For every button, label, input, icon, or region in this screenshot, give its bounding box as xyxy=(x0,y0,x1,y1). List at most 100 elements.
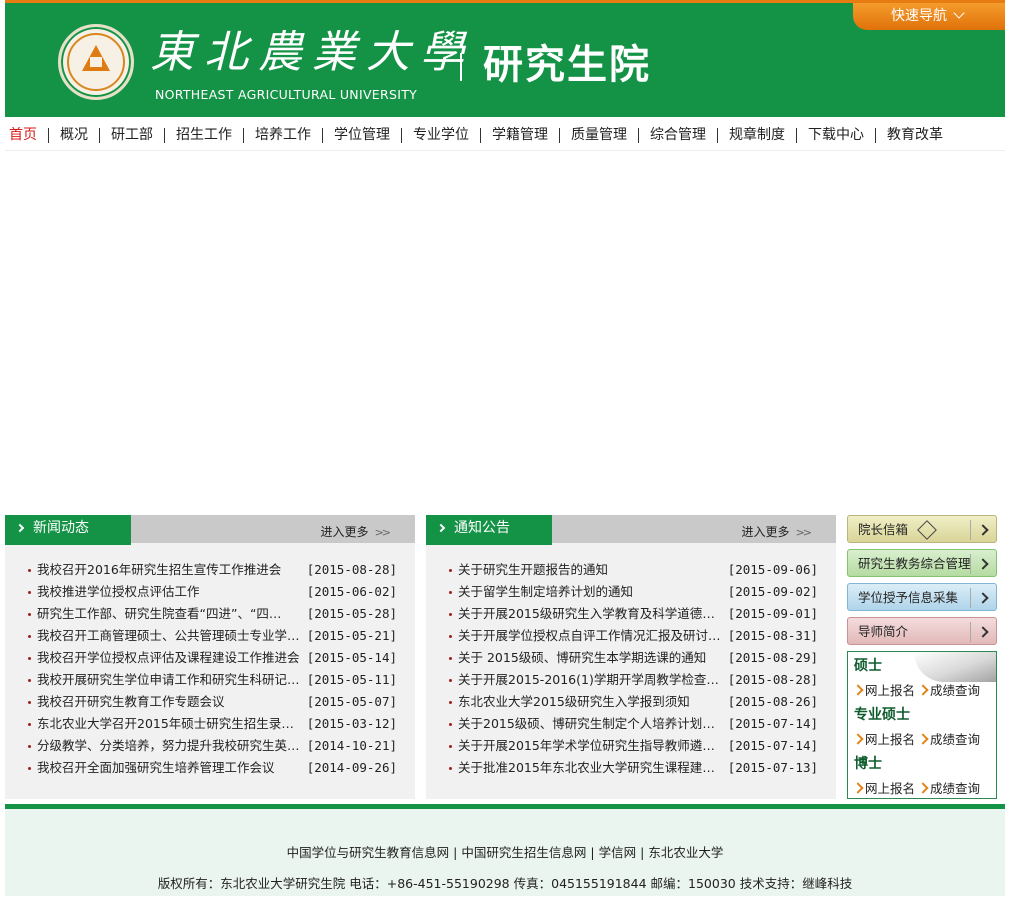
notice-item-title[interactable]: 关于 2015级硕、博研究生本学期选课的通知 xyxy=(458,647,706,669)
news-item-date: [2015-05-21] xyxy=(306,628,397,643)
list-item[interactable]: 我校召开2016年研究生招生宣传工作推进会 [2015-08-28] xyxy=(25,559,397,581)
news-item-title[interactable]: 我校召开学位授权点评估及课程建设工作推进会 xyxy=(37,647,300,669)
news-item-title[interactable]: 分级教学、分类培养，努力提升我校研究生英… xyxy=(37,735,300,757)
notice-item-title[interactable]: 关于留学生制定培养计划的通知 xyxy=(458,581,633,603)
list-item[interactable]: 关于开展2015级研究生入学教育及科学道德和… [2015-09-01] xyxy=(446,603,818,625)
chevron-right-icon xyxy=(970,554,996,574)
list-item[interactable]: 关于批准2015年东北农业大学研究生课程建设… [2015-07-13] xyxy=(446,757,818,779)
notice-item-date: [2015-09-06] xyxy=(727,562,818,577)
nav-item-general[interactable]: 综合管理 xyxy=(638,128,717,143)
notice-item-title[interactable]: 关于开展2015级研究生入学教育及科学道德和… xyxy=(458,603,724,625)
list-item[interactable]: 分级教学、分类培养，努力提升我校研究生英… [2014-10-21] xyxy=(25,735,397,757)
news-item-date: [2014-10-21] xyxy=(306,738,397,753)
notice-tab[interactable]: 通知公告 xyxy=(426,515,552,545)
notice-list: 关于研究生开题报告的通知 [2015-09-06] 关于留学生制定培养计划的通知 [… xyxy=(426,543,836,779)
list-item[interactable]: 关于研究生开题报告的通知 [2015-09-06] xyxy=(446,559,818,581)
notice-item-date: [2015-09-01] xyxy=(727,606,818,621)
professional-master-score-link[interactable]: 成绩查询 xyxy=(930,732,980,747)
nav-item-student-affairs[interactable]: 研工部 xyxy=(99,128,164,143)
nav-item-status[interactable]: 学籍管理 xyxy=(480,128,559,143)
tutor-intro-button[interactable]: 导师简介 xyxy=(847,617,997,645)
nav-item-degree[interactable]: 学位管理 xyxy=(322,128,401,143)
list-item[interactable]: 关于2015级硕、博研究生制定个人培养计划的… [2015-07-14] xyxy=(446,713,818,735)
notice-item-title[interactable]: 关于开展2015-2016(1)学期开学周教学检查工… xyxy=(458,669,724,691)
graduation-cap-decoration xyxy=(914,652,996,682)
quick-nav-button[interactable]: 快速导航 xyxy=(853,3,1005,30)
nav-item-downloads[interactable]: 下载中心 xyxy=(796,128,875,143)
nav-item-overview[interactable]: 概况 xyxy=(48,128,99,143)
nav-item-training[interactable]: 培养工作 xyxy=(243,128,322,143)
news-item-title[interactable]: 我校召开工商管理硕士、公共管理硕士专业学… xyxy=(37,625,300,647)
news-item-date: [2015-05-28] xyxy=(306,606,397,621)
news-item-title[interactable]: 研究生工作部、研究生院查看“四进”、“四… xyxy=(37,603,281,625)
news-item-date: [2015-05-14] xyxy=(306,650,397,665)
nav-item-professional-degree[interactable]: 专业学位 xyxy=(401,128,480,143)
nav-item-regulations[interactable]: 规章制度 xyxy=(717,128,796,143)
list-item[interactable]: 我校推进学位授权点评估工作 [2015-06-02] xyxy=(25,581,397,603)
list-item[interactable]: 研究生工作部、研究生院查看“四进”、“四… [2015-05-28] xyxy=(25,603,397,625)
master-title: 硕士 xyxy=(854,658,882,674)
news-item-date: [2014-09-26] xyxy=(306,760,397,775)
list-item[interactable]: 关于开展学位授权点自评工作情况汇报及研讨… [2015-08-31] xyxy=(446,625,818,647)
list-item[interactable]: 关于留学生制定培养计划的通知 [2015-09-02] xyxy=(446,581,818,603)
notice-item-date: [2015-08-28] xyxy=(727,672,818,687)
footer-link-neau[interactable]: 东北农业大学 xyxy=(648,845,723,860)
news-item-title[interactable]: 我校召开全面加强研究生培养管理工作会议 xyxy=(37,757,275,779)
footer-link-degree-info[interactable]: 中国学位与研究生教育信息网 xyxy=(287,845,450,860)
notice-item-title[interactable]: 关于开展学位授权点自评工作情况汇报及研讨… xyxy=(458,625,721,647)
notice-item-title[interactable]: 关于研究生开题报告的通知 xyxy=(458,559,608,581)
news-item-title[interactable]: 我校召开研究生教育工作专题会议 xyxy=(37,691,225,713)
list-item[interactable]: 我校召开工商管理硕士、公共管理硕士专业学… [2015-05-21] xyxy=(25,625,397,647)
news-item-title[interactable]: 我校召开2016年研究生招生宣传工作推进会 xyxy=(37,559,281,581)
footer-link-admission-info[interactable]: 中国研究生招生信息网 xyxy=(461,845,586,860)
affairs-system-button[interactable]: 研究生教务综合管理 xyxy=(847,549,997,577)
list-item[interactable]: 关于开展2015-2016(1)学期开学周教学检查工… [2015-08-28] xyxy=(446,669,818,691)
brand-divider xyxy=(460,53,462,81)
doctor-links: 网上报名 成绩查询 xyxy=(852,778,980,797)
university-seal-logo[interactable] xyxy=(58,24,134,100)
nav-item-quality[interactable]: 质量管理 xyxy=(559,128,638,143)
doctor-score-link[interactable]: 成绩查询 xyxy=(930,781,980,796)
news-item-title[interactable]: 我校推进学位授权点评估工作 xyxy=(37,581,200,603)
news-list: 我校召开2016年研究生招生宣传工作推进会 [2015-08-28] 我校推进学位… xyxy=(5,543,415,779)
list-item[interactable]: 关于开展2015年学术学位研究生指导教师遴选… [2015-07-14] xyxy=(446,735,818,757)
seal-triangle-inner xyxy=(90,57,102,67)
pen-icon xyxy=(917,520,937,540)
graduate-school-title: 研究生院 xyxy=(483,42,651,88)
list-item[interactable]: 我校召开学位授权点评估及课程建设工作推进会 [2015-05-14] xyxy=(25,647,397,669)
notice-item-title[interactable]: 关于开展2015年学术学位研究生指导教师遴选… xyxy=(458,735,724,757)
master-apply-link[interactable]: 网上报名 xyxy=(865,683,915,698)
news-item-title[interactable]: 我校开展研究生学位申请工作和研究生科研记… xyxy=(37,669,300,691)
professional-master-apply-link[interactable]: 网上报名 xyxy=(865,732,915,747)
president-mailbox-button[interactable]: 院长信箱 xyxy=(847,515,997,543)
list-item[interactable]: 我校召开全面加强研究生培养管理工作会议 [2014-09-26] xyxy=(25,757,397,779)
doctor-apply-link[interactable]: 网上报名 xyxy=(865,781,915,796)
list-item[interactable]: 东北农业大学2015级研究生入学报到须知 [2015-08-26] xyxy=(446,691,818,713)
professional-master-title: 专业硕士 xyxy=(854,707,910,723)
site-header: 快速导航 東北農業大學 NORTHEAST AGRICULTURAL UNIVE… xyxy=(5,0,1005,117)
notice-item-title[interactable]: 关于批准2015年东北农业大学研究生课程建设… xyxy=(458,757,724,779)
footer-link-separator: | xyxy=(590,845,595,860)
news-item-date: [2015-08-28] xyxy=(306,562,397,577)
nav-item-reform[interactable]: 教育改革 xyxy=(875,128,954,143)
notice-more-link[interactable]: 进入更多 >> xyxy=(742,523,813,540)
chevron-down-icon xyxy=(953,7,965,19)
news-more-link[interactable]: 进入更多 >> xyxy=(321,523,392,540)
news-tab[interactable]: 新闻动态 xyxy=(5,515,131,545)
master-links: 网上报名 成绩查询 xyxy=(852,680,980,699)
notice-item-title[interactable]: 关于2015级硕、博研究生制定个人培养计划的… xyxy=(458,713,724,735)
list-item[interactable]: 我校召开研究生教育工作专题会议 [2015-05-07] xyxy=(25,691,397,713)
nav-item-admissions[interactable]: 招生工作 xyxy=(164,128,243,143)
notice-item-title[interactable]: 东北农业大学2015级研究生入学报到须知 xyxy=(458,691,690,713)
footer-copyright: 版权所有：东北农业大学研究生院 电话：+86-451-55190298 传真：0… xyxy=(157,876,853,891)
degree-info-button[interactable]: 学位授予信息采集 xyxy=(847,583,997,611)
master-score-link[interactable]: 成绩查询 xyxy=(930,683,980,698)
news-item-title[interactable]: 东北农业大学召开2015年硕士研究生招生录取… xyxy=(37,713,303,735)
list-item[interactable]: 关于 2015级硕、博研究生本学期选课的通知 [2015-08-29] xyxy=(446,647,818,669)
chevron-right-icon xyxy=(15,523,25,533)
list-item[interactable]: 东北农业大学召开2015年硕士研究生招生录取… [2015-03-12] xyxy=(25,713,397,735)
list-item[interactable]: 我校开展研究生学位申请工作和研究生科研记… [2015-05-11] xyxy=(25,669,397,691)
footer-link-chsi[interactable]: 学信网 xyxy=(599,845,637,860)
nav-item-home[interactable]: 首页 xyxy=(5,128,48,143)
chevron-right-icon xyxy=(436,523,446,533)
